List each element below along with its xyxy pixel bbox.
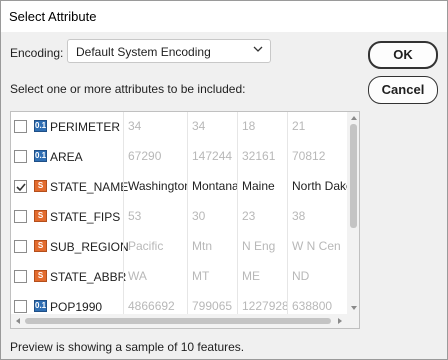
attribute-checkbox[interactable] (14, 210, 27, 223)
attribute-checkbox[interactable] (14, 120, 27, 133)
scroll-left-icon[interactable] (14, 317, 22, 325)
attribute-grid[interactable]: 0.1 PERIMETER 34 34 18 21 0.1 AREA 67290 147244 32… (10, 111, 360, 329)
attribute-name: STATE_NAME (50, 180, 129, 194)
scroll-right-icon[interactable] (336, 317, 344, 325)
vertical-scroll-thumb[interactable] (350, 124, 357, 228)
attribute-row[interactable]: S STATE_ABBR WA MT ME ND (11, 261, 347, 291)
horizontal-scrollbar[interactable] (11, 314, 347, 328)
attribute-row[interactable]: 0.1 PERIMETER 34 34 18 21 (11, 112, 347, 141)
encoding-dropdown[interactable]: Default System Encoding (67, 39, 271, 63)
sample-value-cell: ND (287, 261, 347, 291)
encoding-label: Encoding: (10, 46, 64, 60)
sample-value-cell: 30 (187, 201, 237, 231)
attribute-name: STATE_FIPS (50, 210, 121, 224)
sample-value-cell: 34 (123, 112, 187, 141)
horizontal-scroll-thumb[interactable] (25, 318, 331, 324)
sample-value-cell: Mtn (187, 231, 237, 261)
sample-value-cell: Pacific (123, 231, 187, 261)
cancel-button[interactable]: Cancel (368, 76, 438, 104)
string-field-icon: S (34, 270, 47, 282)
checkmark-icon (16, 183, 26, 192)
numeric-field-icon: 0.1 (34, 120, 47, 132)
sample-value-cell: 70812 (287, 141, 347, 171)
scroll-down-icon[interactable] (350, 304, 358, 312)
string-field-icon: S (34, 210, 47, 222)
instructions-text: Select one or more attributes to be incl… (10, 82, 246, 96)
attribute-name: SUB_REGION (50, 240, 129, 254)
title-bar: Select Attribute (1, 1, 447, 32)
sample-value-cell: 34 (187, 112, 237, 141)
sample-value-cell: N Eng (237, 231, 287, 261)
chevron-down-icon (253, 46, 263, 52)
status-text: Preview is showing a sample of 10 featur… (10, 340, 245, 354)
ok-button[interactable]: OK (368, 41, 438, 69)
scroll-up-icon[interactable] (350, 114, 358, 122)
sample-value-cell: Maine (237, 171, 287, 201)
sample-value-cell: WA (123, 261, 187, 291)
encoding-value: Default System Encoding (76, 45, 211, 59)
select-attribute-dialog: Select Attribute Encoding: Default Syste… (0, 0, 448, 360)
attribute-checkbox[interactable] (14, 270, 27, 283)
sample-value-cell: Montana (187, 171, 237, 201)
dialog-title: Select Attribute (9, 9, 97, 24)
attribute-checkbox[interactable] (14, 180, 27, 193)
scroll-corner (347, 314, 359, 328)
attribute-row[interactable]: 0.1 AREA 67290 147244 32161 70812 (11, 141, 347, 171)
attribute-checkbox[interactable] (14, 150, 27, 163)
sample-value-cell: 147244 (187, 141, 237, 171)
attribute-checkbox[interactable] (14, 300, 27, 313)
sample-value-cell: Washington (123, 171, 187, 201)
attribute-row[interactable]: S SUB_REGION Pacific Mtn N Eng W N Cen (11, 231, 347, 261)
vertical-scrollbar[interactable] (347, 112, 359, 314)
attribute-name: PERIMETER (50, 120, 121, 134)
sample-value-cell: 23 (237, 201, 287, 231)
sample-value-cell: 38 (287, 201, 347, 231)
numeric-field-icon: 0.1 (34, 150, 47, 162)
attribute-row[interactable]: S STATE_NAME Washington Montana Maine North D… (11, 171, 347, 201)
sample-value-cell: 53 (123, 201, 187, 231)
sample-value-cell: W N Cen (287, 231, 347, 261)
attribute-name: POP1990 (50, 300, 103, 314)
string-field-icon: S (34, 180, 47, 192)
string-field-icon: S (34, 240, 47, 252)
sample-value-cell: 32161 (237, 141, 287, 171)
attribute-row[interactable]: S STATE_FIPS 53 30 23 38 (11, 201, 347, 231)
sample-value-cell: North Dakot (287, 171, 347, 201)
attribute-name: STATE_ABBR (50, 270, 127, 284)
sample-value-cell: 21 (287, 112, 347, 141)
attribute-checkbox[interactable] (14, 240, 27, 253)
sample-value-cell: 67290 (123, 141, 187, 171)
sample-value-cell: 18 (237, 112, 287, 141)
numeric-field-icon: 0.1 (34, 300, 47, 312)
sample-value-cell: ME (237, 261, 287, 291)
sample-value-cell: MT (187, 261, 237, 291)
attribute-name: AREA (50, 150, 83, 164)
